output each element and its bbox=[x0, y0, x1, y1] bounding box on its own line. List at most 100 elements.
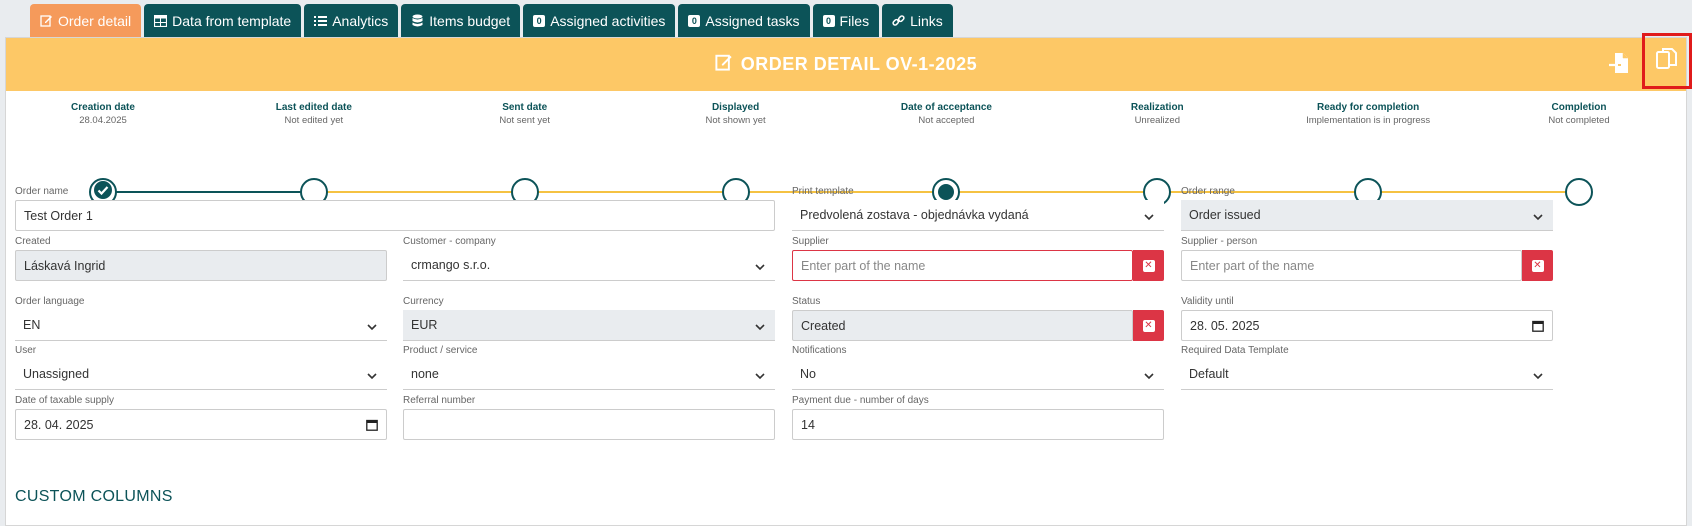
validity-until-input[interactable]: 28. 05. 2025 bbox=[1181, 310, 1553, 341]
step-status: Not accepted bbox=[918, 115, 975, 126]
referral-number-field: Referral number bbox=[403, 395, 775, 440]
chevron-down-icon bbox=[755, 260, 765, 274]
calendar-icon[interactable] bbox=[1532, 320, 1544, 335]
chevron-down-icon bbox=[367, 320, 377, 334]
required-data-template-field: Required Data Template Default bbox=[1181, 345, 1553, 390]
timeline-step-label: Date of acceptance Not accepted bbox=[836, 102, 1056, 126]
user-select[interactable]: Unassigned bbox=[15, 359, 387, 390]
page-title: ORDER DETAIL OV-1-2025 bbox=[715, 53, 977, 76]
timeline-step-label: Completion Not completed bbox=[1469, 102, 1689, 126]
status-input[interactable]: Created bbox=[792, 310, 1133, 341]
required-data-template-select[interactable]: Default bbox=[1181, 359, 1553, 390]
step-status: Not shown yet bbox=[705, 115, 766, 126]
order-range-select[interactable]: Order issued bbox=[1181, 200, 1553, 231]
order-name-field: Order name Test Order 1 bbox=[15, 186, 775, 231]
count-badge: 0 bbox=[688, 14, 701, 27]
step-title: Date of acceptance bbox=[900, 102, 992, 113]
customer-company-select[interactable]: crmango s.r.o. bbox=[403, 250, 775, 281]
close-icon: ✕ bbox=[1142, 319, 1155, 332]
chevron-down-icon bbox=[755, 320, 765, 334]
tab-assigned-tasks[interactable]: 0 Assigned tasks bbox=[678, 4, 810, 37]
step-status: Not sent yet bbox=[499, 115, 551, 126]
timeline-step-label: Last edited date Not edited yet bbox=[204, 102, 424, 126]
supplier-person-input[interactable]: Enter part of the name bbox=[1181, 250, 1522, 281]
order-name-input[interactable]: Test Order 1 bbox=[15, 200, 775, 231]
status-field: Status Created ✕ bbox=[792, 296, 1164, 341]
tab-analytics[interactable]: Analytics bbox=[304, 4, 399, 37]
customer-company-field: Customer - company crmango s.r.o. bbox=[403, 236, 775, 281]
user-field: User Unassigned bbox=[15, 345, 387, 390]
chevron-down-icon bbox=[1144, 210, 1154, 224]
custom-columns-heading: CUSTOM COLUMNS bbox=[15, 488, 173, 505]
export-icon bbox=[1608, 52, 1630, 79]
step-title: Realization bbox=[1130, 102, 1184, 113]
chevron-down-icon bbox=[1533, 369, 1543, 383]
step-title: Completion bbox=[1551, 102, 1607, 113]
notifications-field: Notifications No bbox=[792, 345, 1164, 390]
supplier-input[interactable]: Enter part of the name bbox=[792, 250, 1133, 281]
supplier-person-clear-button[interactable]: ✕ bbox=[1522, 250, 1553, 281]
step-title: Creation date bbox=[71, 102, 135, 113]
payment-due-input[interactable]: 14 bbox=[792, 409, 1164, 440]
step-status: Not completed bbox=[1548, 115, 1610, 126]
export-button[interactable] bbox=[1600, 46, 1638, 84]
timeline-step-label: Realization Unrealized bbox=[1047, 102, 1267, 126]
order-range-field: Order range Order issued bbox=[1181, 186, 1553, 231]
date-taxable-supply-input[interactable]: 28. 04. 2025 bbox=[15, 409, 387, 440]
timeline-node-empty[interactable] bbox=[1565, 178, 1593, 206]
step-status: 28.04.2025 bbox=[79, 115, 127, 126]
count-badge: 0 bbox=[822, 14, 835, 27]
notifications-select[interactable]: No bbox=[792, 359, 1164, 390]
created-field: Created Láskavá Ingrid bbox=[15, 236, 387, 281]
copy-button[interactable] bbox=[1642, 33, 1692, 89]
database-icon bbox=[411, 14, 424, 27]
tab-assigned-activities[interactable]: 0 Assigned activities bbox=[523, 4, 676, 37]
order-detail-panel: ORDER DETAIL OV-1-2025 Creation date 28.0… bbox=[5, 33, 1692, 526]
panel-header: ORDER DETAIL OV-1-2025 bbox=[6, 33, 1692, 91]
created-input[interactable]: Láskavá Ingrid bbox=[15, 250, 387, 281]
currency-select[interactable]: EUR bbox=[403, 310, 775, 341]
close-icon: ✕ bbox=[1531, 259, 1544, 272]
step-title: Displayed bbox=[711, 102, 760, 113]
chevron-down-icon bbox=[1144, 369, 1154, 383]
step-title: Last edited date bbox=[275, 102, 352, 113]
product-service-select[interactable]: none bbox=[403, 359, 775, 390]
step-title: Ready for completion bbox=[1317, 102, 1420, 113]
print-template-select[interactable]: Predvolená zostava - objednávka vydaná bbox=[792, 200, 1164, 231]
calendar-icon[interactable] bbox=[366, 419, 378, 434]
link-icon bbox=[892, 14, 905, 27]
tab-data-from-template[interactable]: Data from template bbox=[144, 4, 302, 37]
supplier-clear-button[interactable]: ✕ bbox=[1133, 250, 1164, 281]
step-status: Not edited yet bbox=[284, 115, 344, 126]
edit-icon bbox=[715, 53, 733, 76]
tab-files[interactable]: 0 Files bbox=[812, 4, 880, 37]
table-icon bbox=[154, 14, 168, 27]
timeline-step-label: Creation date 28.04.2025 bbox=[0, 102, 213, 126]
supplier-field: Supplier Enter part of the name ✕ bbox=[792, 236, 1164, 281]
copy-icon bbox=[1656, 47, 1678, 76]
order-language-field: Order language EN bbox=[15, 296, 387, 341]
timeline-step-label: Ready for completion Implementation is in… bbox=[1258, 102, 1478, 126]
tab-order-detail[interactable]: Order detail bbox=[30, 4, 142, 37]
tab-items-budget[interactable]: Items budget bbox=[401, 4, 521, 37]
tab-links[interactable]: Links bbox=[882, 4, 953, 37]
payment-due-field: Payment due - number of days 14 bbox=[792, 395, 1164, 440]
timeline-step-label: Displayed Not shown yet bbox=[626, 102, 846, 126]
date-taxable-supply-field: Date of taxable supply 28. 04. 2025 bbox=[15, 395, 387, 440]
status-clear-button[interactable]: ✕ bbox=[1133, 310, 1164, 341]
step-status: Unrealized bbox=[1134, 115, 1180, 126]
supplier-person-field: Supplier - person Enter part of the name… bbox=[1181, 236, 1553, 281]
product-service-field: Product / service none bbox=[403, 345, 775, 390]
count-badge: 0 bbox=[533, 14, 546, 27]
tab-bar: Order detail Data from template Analytic… bbox=[30, 4, 953, 37]
list-icon bbox=[314, 14, 328, 27]
chevron-down-icon bbox=[755, 369, 765, 383]
chevron-down-icon bbox=[1533, 210, 1543, 224]
chevron-down-icon bbox=[367, 369, 377, 383]
close-icon: ✕ bbox=[1142, 259, 1155, 272]
referral-number-input[interactable] bbox=[403, 409, 775, 440]
step-title: Sent date bbox=[502, 102, 548, 113]
step-status: Implementation is in progress bbox=[1306, 115, 1431, 126]
order-language-select[interactable]: EN bbox=[15, 310, 387, 341]
currency-field: Currency EUR bbox=[403, 296, 775, 341]
